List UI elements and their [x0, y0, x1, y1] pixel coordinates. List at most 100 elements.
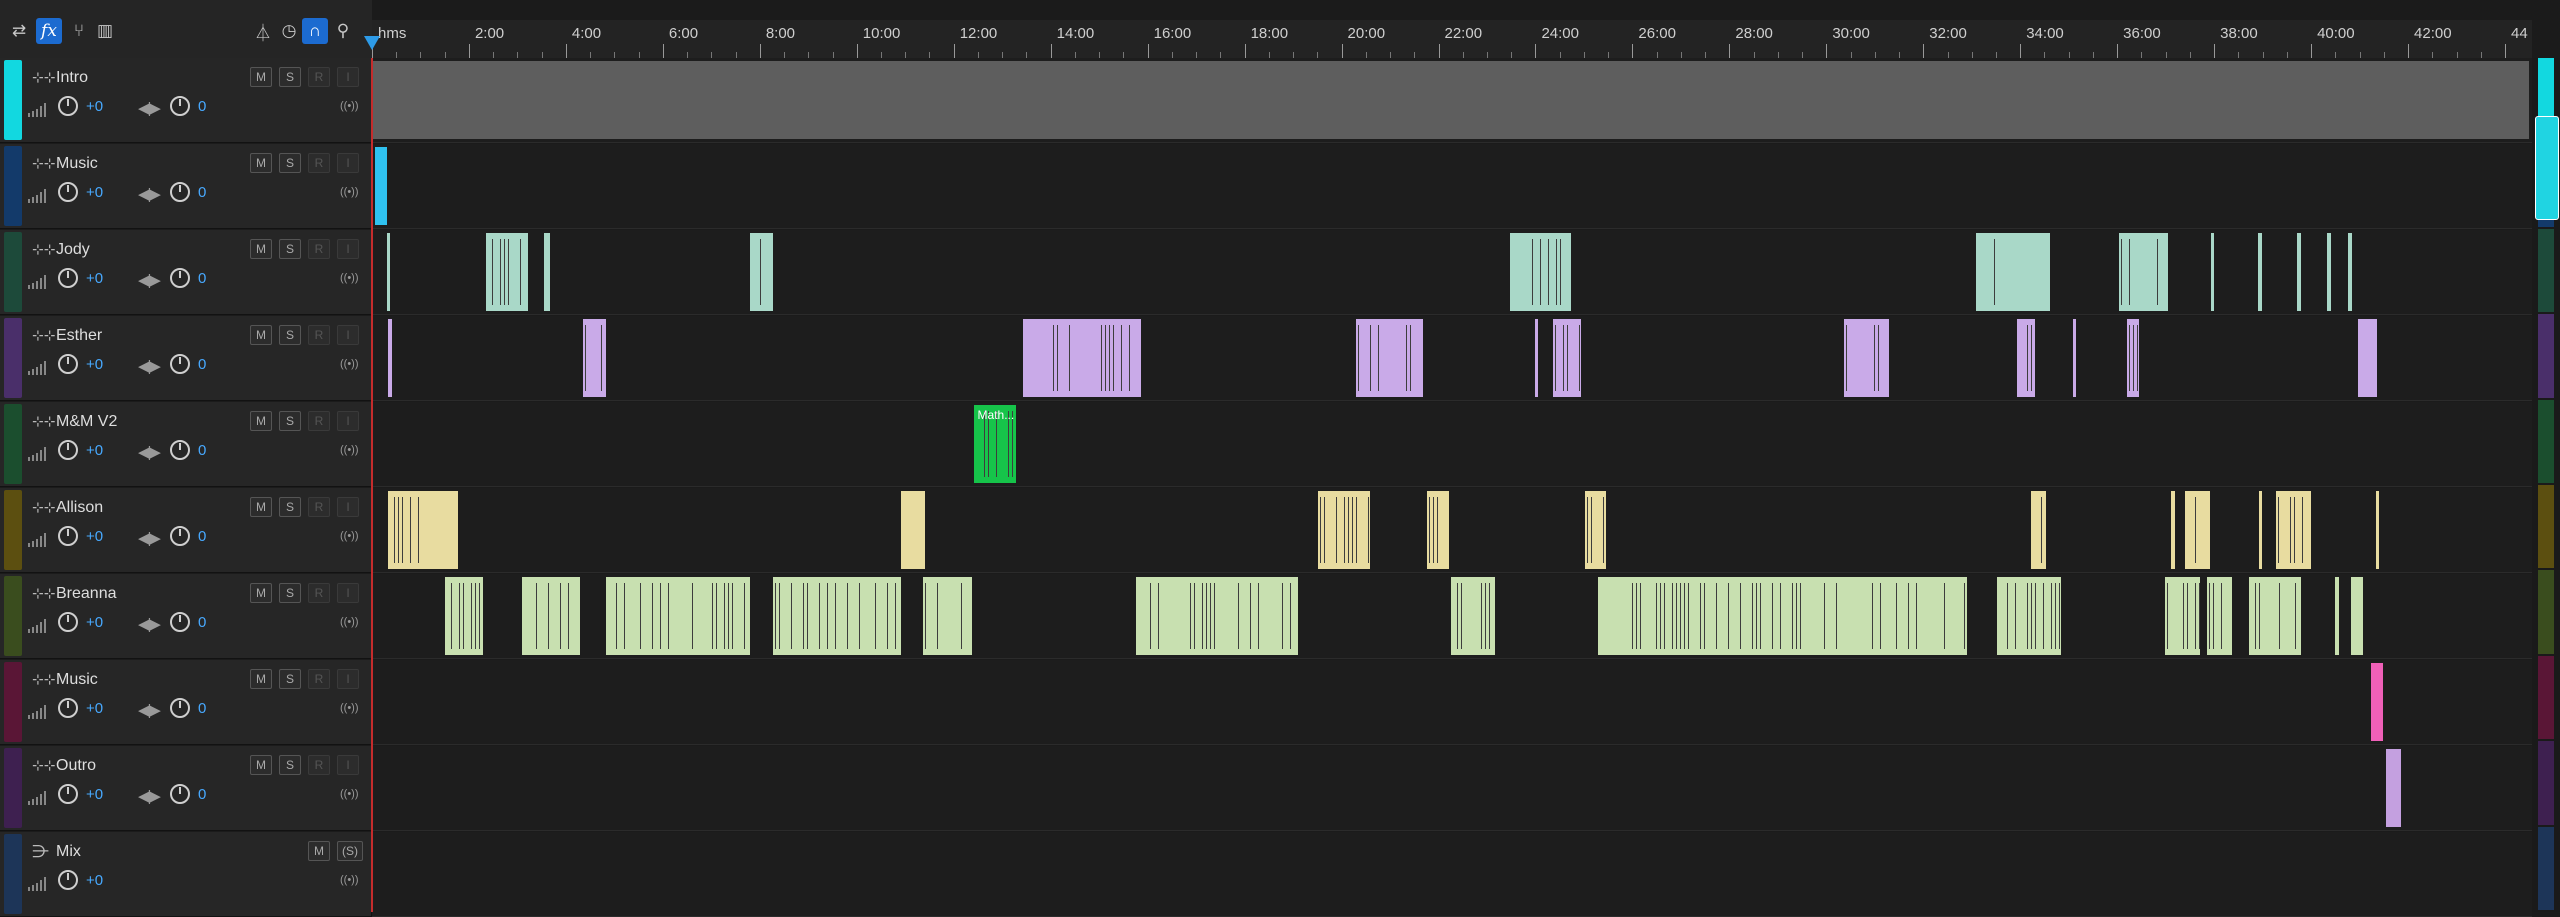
record-arm-button[interactable]: R — [308, 755, 330, 775]
input-monitor-button[interactable]: I — [337, 153, 359, 173]
volume-value[interactable]: +0 — [86, 270, 103, 287]
audio-clip[interactable] — [1317, 491, 1370, 569]
track-name[interactable]: Intro — [56, 69, 88, 87]
input-monitor-button[interactable]: I — [337, 239, 359, 259]
pan-knob[interactable] — [170, 182, 190, 202]
audio-clip[interactable] — [2164, 577, 2200, 655]
pan-value[interactable]: 0 — [198, 98, 206, 115]
volume-knob[interactable] — [58, 698, 78, 718]
audio-clip[interactable] — [544, 233, 551, 311]
output-routing-icon[interactable]: ((•)) — [340, 444, 359, 456]
input-monitor-button[interactable]: I — [337, 669, 359, 689]
volume-value[interactable]: +0 — [86, 98, 103, 115]
audio-clip[interactable] — [749, 233, 773, 311]
volume-knob[interactable] — [58, 440, 78, 460]
pan-value[interactable]: 0 — [198, 184, 206, 201]
metronome-icon[interactable]: ⏃ — [250, 18, 276, 44]
output-routing-icon[interactable]: ((•)) — [340, 788, 359, 800]
track-name[interactable]: M&M V2 — [56, 413, 117, 431]
solo-button[interactable]: S — [279, 67, 301, 87]
audio-clip[interactable] — [1997, 577, 2061, 655]
record-arm-button[interactable]: R — [308, 239, 330, 259]
record-arm-button[interactable]: R — [308, 583, 330, 603]
volume-value[interactable]: +0 — [86, 356, 103, 373]
volume-value[interactable]: +0 — [86, 528, 103, 545]
volume-knob[interactable] — [58, 354, 78, 374]
volume-knob[interactable] — [58, 268, 78, 288]
volume-knob[interactable] — [58, 182, 78, 202]
fx-icon[interactable]: fx — [36, 18, 62, 44]
mute-button[interactable]: M — [250, 497, 272, 517]
pan-value[interactable]: 0 — [198, 528, 206, 545]
volume-value[interactable]: +0 — [86, 700, 103, 717]
audio-clip[interactable] — [2249, 577, 2302, 655]
volume-value[interactable]: +0 — [86, 786, 103, 803]
track-lane[interactable]: Math... — [372, 402, 2532, 487]
record-arm-button[interactable]: R — [308, 669, 330, 689]
audio-clip[interactable] — [2171, 491, 2175, 569]
audio-clip[interactable] — [1844, 319, 1889, 397]
pan-knob[interactable] — [170, 96, 190, 116]
timeline-ruler[interactable]: hms 2:00 4:00 6:00 8:00 10:00 12:00 14:00 16:00… — [372, 20, 2532, 59]
pan-knob[interactable] — [170, 440, 190, 460]
track-header[interactable]: ⊹⊹ M&M V2 M S R I +0 ◀|▶ 0 ((•)) — [0, 402, 372, 487]
track-name[interactable]: Breanna — [56, 585, 117, 603]
solo-button[interactable]: S — [279, 325, 301, 345]
volume-value[interactable]: +0 — [86, 872, 103, 889]
volume-knob[interactable] — [58, 870, 78, 890]
pan-knob[interactable] — [170, 526, 190, 546]
audio-clip[interactable] — [1534, 319, 1538, 397]
audio-clip[interactable] — [1597, 577, 1967, 655]
audio-clip[interactable] — [2351, 577, 2364, 655]
mute-button[interactable]: M — [308, 841, 330, 861]
audio-clip[interactable] — [772, 577, 902, 655]
timer-icon[interactable]: ◷ — [276, 18, 302, 44]
pan-value[interactable]: 0 — [198, 614, 206, 631]
audio-clip[interactable] — [388, 491, 458, 569]
audio-clip[interactable] — [1135, 577, 1298, 655]
audio-clip[interactable] — [372, 61, 2530, 139]
audio-clip[interactable] — [583, 319, 607, 397]
mute-button[interactable]: M — [250, 755, 272, 775]
audio-clip[interactable] — [486, 233, 529, 311]
pan-knob[interactable] — [170, 784, 190, 804]
track-lane[interactable] — [372, 746, 2532, 831]
track-name[interactable]: Mix — [56, 843, 81, 861]
record-arm-button[interactable]: R — [308, 67, 330, 87]
audio-clip[interactable] — [2072, 319, 2076, 397]
input-monitor-button[interactable]: I — [337, 325, 359, 345]
input-monitor-button[interactable]: I — [337, 411, 359, 431]
track-header[interactable]: ⊹⊹ Esther M S R I +0 ◀|▶ 0 ((•)) — [0, 316, 372, 401]
playhead-handle[interactable] — [364, 36, 380, 50]
audio-clip[interactable] — [2297, 233, 2301, 311]
audio-clip[interactable]: Math... — [973, 405, 1017, 483]
audio-clip[interactable] — [2184, 491, 2211, 569]
pan-value[interactable]: 0 — [198, 356, 206, 373]
input-monitor-button[interactable]: I — [337, 67, 359, 87]
volume-knob[interactable] — [58, 784, 78, 804]
audio-clip[interactable] — [2017, 319, 2035, 397]
track-lane[interactable] — [372, 316, 2532, 401]
audio-clip[interactable] — [522, 577, 580, 655]
audio-clip[interactable] — [901, 491, 926, 569]
track-lane[interactable] — [372, 660, 2532, 745]
input-monitor-button[interactable]: I — [337, 497, 359, 517]
audio-clip[interactable] — [2335, 577, 2339, 655]
mute-button[interactable]: M — [250, 67, 272, 87]
volume-knob[interactable] — [58, 526, 78, 546]
solo-button[interactable]: S — [279, 669, 301, 689]
track-lane[interactable] — [372, 230, 2532, 315]
track-header[interactable]: ⊹⊹ Jody M S R I +0 ◀|▶ 0 ((•)) — [0, 230, 372, 315]
audio-clip[interactable] — [2386, 749, 2402, 827]
record-arm-button[interactable]: R — [308, 497, 330, 517]
pan-knob[interactable] — [170, 612, 190, 632]
audio-clip[interactable] — [2118, 233, 2168, 311]
audio-clip[interactable] — [2348, 233, 2352, 311]
volume-value[interactable]: +0 — [86, 442, 103, 459]
audio-clip[interactable] — [386, 233, 390, 311]
audio-clip[interactable] — [2258, 491, 2262, 569]
volume-knob[interactable] — [58, 96, 78, 116]
audio-clip[interactable] — [2276, 491, 2311, 569]
audio-clip[interactable] — [2258, 233, 2262, 311]
output-routing-icon[interactable]: ((•)) — [340, 272, 359, 284]
